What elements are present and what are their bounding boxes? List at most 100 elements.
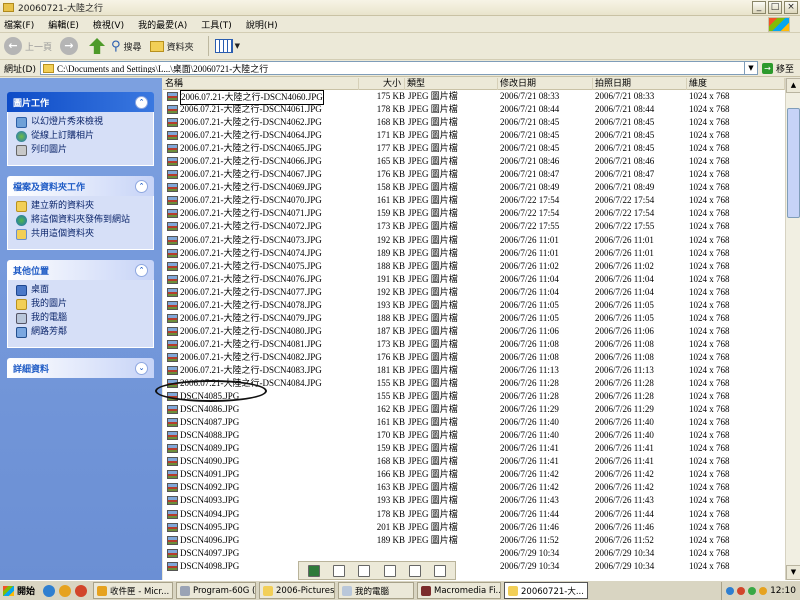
file-row[interactable]: DSCN4094.JPG 178 KB JPEG 圖片檔 2006/7/26 11:4…	[163, 508, 785, 521]
file-row[interactable]: DSCN4088.JPG 170 KB JPEG 圖片檔 2006/7/26 11:4…	[163, 429, 785, 442]
collapse-icon[interactable]: ⌃	[135, 179, 148, 193]
file-row[interactable]: DSCN4092.JPG 163 KB JPEG 圖片檔 2006/7/26 11:4…	[163, 481, 785, 494]
taskbar-button-pictures[interactable]: 2006-Pictures	[259, 582, 336, 599]
file-row[interactable]: DSCN4087.JPG 161 KB JPEG 圖片檔 2006/7/26 11:4…	[163, 416, 785, 429]
views-button[interactable]: ▼	[214, 39, 240, 53]
tray-icon[interactable]	[726, 586, 735, 595]
menu-view[interactable]: 檢視(V)	[93, 18, 124, 31]
scroll-up-arrow-icon[interactable]: ▲	[786, 78, 800, 93]
picture-tasks-header[interactable]: 圖片工作 ⌃	[7, 92, 154, 112]
up-folder-icon[interactable]	[89, 38, 106, 54]
column-date-taken[interactable]: 拍照日期	[593, 78, 687, 90]
address-field[interactable]: ▼	[39, 61, 758, 75]
task-publish-web[interactable]: 將這個資料夾發佈到網站	[16, 215, 147, 226]
file-row[interactable]: DSCN4097.JPG 2006/7/29 10:34 2006/7/29 10:…	[163, 547, 785, 560]
tray-icon[interactable]	[748, 586, 757, 595]
folders-button[interactable]: 資料夾	[149, 40, 194, 53]
file-row[interactable]: 2006.07.21-大陸之行-DSCN4078.JPG 193 KB JPEG 圖…	[163, 299, 785, 312]
menu-favorites[interactable]: 我的最愛(A)	[138, 18, 187, 31]
task-order-prints[interactable]: 從線上訂購相片	[16, 131, 147, 142]
edit-icon[interactable]	[358, 564, 371, 577]
file-row[interactable]: 2006.07.21-大陸之行-DSCN4067.JPG 176 KB JPEG 圖…	[163, 168, 785, 181]
help-icon[interactable]	[434, 564, 447, 577]
menu-file[interactable]: 檔案(F)	[4, 18, 34, 31]
view-icon[interactable]	[383, 564, 396, 577]
forward-button[interactable]: →	[60, 37, 81, 55]
back-button[interactable]: ← 上一頁	[4, 37, 52, 55]
address-input[interactable]	[56, 63, 744, 73]
place-network[interactable]: 網路芳鄰	[16, 327, 147, 338]
ie-icon[interactable]	[43, 584, 56, 597]
file-row[interactable]: DSCN4096.JPG 189 KB JPEG 圖片檔 2006/7/26 11:5…	[163, 534, 785, 547]
start-button[interactable]: 開始	[0, 582, 41, 600]
column-dimensions[interactable]: 維度	[687, 78, 785, 90]
menu-help[interactable]: 說明(H)	[246, 18, 278, 31]
taskbar-button-current-folder[interactable]: 20060721-大...	[504, 582, 589, 599]
file-row[interactable]: 2006.07.21-大陸之行-DSCN4080.JPG 187 KB JPEG 圖…	[163, 325, 785, 338]
scroll-thumb[interactable]	[787, 108, 800, 218]
file-row[interactable]: DSCN4089.JPG 159 KB JPEG 圖片檔 2006/7/26 11:4…	[163, 442, 785, 455]
file-row[interactable]: 2006.07.21-大陸之行-DSCN4073.JPG 192 KB JPEG 圖…	[163, 234, 785, 247]
file-row[interactable]: 2006.07.21-大陸之行-DSCN4071.JPG 159 KB JPEG 圖…	[163, 207, 785, 220]
file-row[interactable]: DSCN4090.JPG 168 KB JPEG 圖片檔 2006/7/26 11:4…	[163, 455, 785, 468]
file-row[interactable]: 2006.07.21-大陸之行-DSCN4082.JPG 176 KB JPEG 圖…	[163, 351, 785, 364]
outlook-icon[interactable]	[59, 584, 72, 597]
close-button[interactable]: ×	[784, 1, 798, 14]
column-size[interactable]: 大小	[359, 78, 405, 90]
file-row[interactable]: 2006.07.21-大陸之行-DSCN4079.JPG 188 KB JPEG 圖…	[163, 312, 785, 325]
place-my-pictures[interactable]: 我的圖片	[16, 299, 147, 310]
taskbar-button-my-computer[interactable]: 我的電腦	[338, 582, 415, 599]
vertical-scrollbar[interactable]: ▲ ▼	[785, 78, 800, 580]
file-row[interactable]: 2006.07.21-大陸之行-DSCN4061.JPG 178 KB JPEG 圖…	[163, 103, 785, 116]
file-row[interactable]: 2006.07.21-大陸之行-DSCN4072.JPG 173 KB JPEG 圖…	[163, 220, 785, 233]
task-print-pictures[interactable]: 列印圖片	[16, 145, 147, 156]
file-row[interactable]: 2006.07.21-大陸之行-DSCN4083.JPG 181 KB JPEG 圖…	[163, 364, 785, 377]
file-row[interactable]: 2006.07.21-大陸之行-DSCN4070.JPG 161 KB JPEG 圖…	[163, 194, 785, 207]
tray-icon[interactable]	[759, 586, 768, 595]
file-row[interactable]: 2006.07.21-大陸之行-DSCN4066.JPG 165 KB JPEG 圖…	[163, 155, 785, 168]
menu-tools[interactable]: 工具(T)	[201, 18, 232, 31]
search-button[interactable]: ⚲ 搜尋	[111, 39, 142, 54]
task-slideshow[interactable]: 以幻燈片秀來檢視	[16, 117, 147, 128]
task-new-folder[interactable]: 建立新的資料夾	[16, 201, 147, 212]
media-icon[interactable]	[75, 584, 88, 597]
file-row[interactable]: 2006.07.21-大陸之行-DSCN4060.JPG 175 KB JPEG 圖…	[163, 90, 785, 105]
file-row[interactable]: 2006.07.21-大陸之行-DSCN4069.JPG 158 KB JPEG 圖…	[163, 181, 785, 194]
file-row[interactable]: 2006.07.21-大陸之行-DSCN4076.JPG 191 KB JPEG 圖…	[163, 273, 785, 286]
expand-icon[interactable]: ⌄	[135, 361, 148, 375]
taskbar-button-macromedia[interactable]: Macromedia Fi...	[417, 582, 502, 599]
save-image-icon[interactable]	[307, 564, 320, 577]
taskbar-button-program[interactable]: Program-60G (...	[176, 582, 257, 599]
file-row[interactable]: 2006.07.21-大陸之行-DSCN4065.JPG 177 KB JPEG 圖…	[163, 142, 785, 155]
maximize-button[interactable]: □	[768, 1, 782, 14]
column-type[interactable]: 類型	[405, 78, 498, 90]
taskbar-button-inbox[interactable]: 收件匣 - Micr...	[93, 582, 174, 599]
place-my-computer[interactable]: 我的電腦	[16, 313, 147, 324]
keyboard-icon[interactable]	[332, 564, 345, 577]
file-row[interactable]: DSCN4095.JPG 201 KB JPEG 圖片檔 2006/7/26 11:4…	[163, 521, 785, 534]
place-desktop[interactable]: 桌面	[16, 285, 147, 296]
collapse-icon[interactable]: ⌃	[135, 263, 148, 277]
menu-edit[interactable]: 編輯(E)	[48, 18, 79, 31]
tray-icon[interactable]	[737, 586, 746, 595]
file-row[interactable]: DSCN4098.JPG 2006/7/29 10:34 2006/7/29 10:…	[163, 560, 785, 573]
file-row[interactable]: DSCN4093.JPG 193 KB JPEG 圖片檔 2006/7/26 11:4…	[163, 494, 785, 507]
file-row[interactable]: 2006.07.21-大陸之行-DSCN4064.JPG 171 KB JPEG 圖…	[163, 129, 785, 142]
file-row[interactable]: 2006.07.21-大陸之行-DSCN4077.JPG 192 KB JPEG 圖…	[163, 286, 785, 299]
file-row[interactable]: 2006.07.21-大陸之行-DSCN4081.JPG 173 KB JPEG 圖…	[163, 338, 785, 351]
file-row[interactable]: 2006.07.21-大陸之行-DSCN4075.JPG 188 KB JPEG 圖…	[163, 260, 785, 273]
file-row[interactable]: DSCN4091.JPG 166 KB JPEG 圖片檔 2006/7/26 11:4…	[163, 468, 785, 481]
scroll-down-arrow-icon[interactable]: ▼	[786, 565, 800, 580]
rotate-icon[interactable]	[408, 564, 421, 577]
file-tasks-header[interactable]: 檔案及資料夾工作 ⌃	[7, 176, 154, 196]
file-row[interactable]: 2006.07.21-大陸之行-DSCN4074.JPG 189 KB JPEG 圖…	[163, 247, 785, 260]
file-row[interactable]: 2006.07.21-大陸之行-DSCN4062.JPG 168 KB JPEG 圖…	[163, 116, 785, 129]
other-places-header[interactable]: 其他位置 ⌃	[7, 260, 154, 280]
task-share-folder[interactable]: 共用這個資料夾	[16, 229, 147, 240]
address-dropdown-icon[interactable]: ▼	[743, 62, 757, 74]
column-name[interactable]: 名稱	[163, 78, 359, 90]
go-button[interactable]: → 移至	[761, 62, 794, 75]
collapse-icon[interactable]: ⌃	[135, 95, 148, 109]
minimize-button[interactable]: _	[752, 1, 766, 14]
column-modified[interactable]: 修改日期	[498, 78, 593, 90]
